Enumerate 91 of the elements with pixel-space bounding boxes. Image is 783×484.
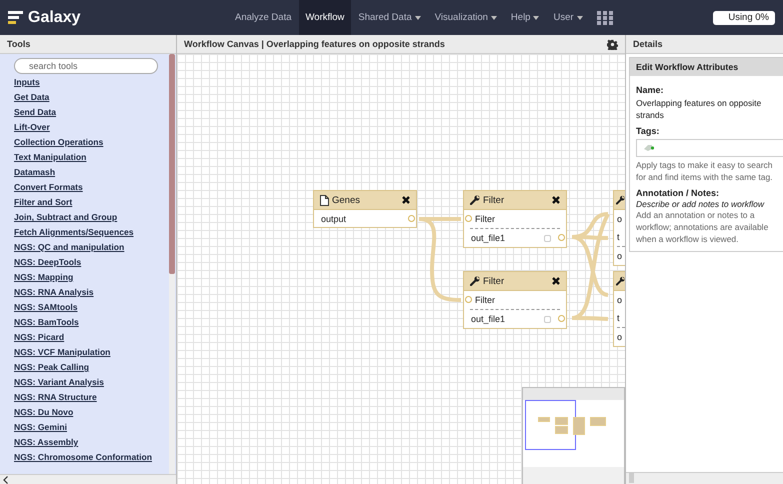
field-label: Annotation / Notes: — [636, 188, 720, 198]
tool-section-link[interactable]: Filter and Sort — [14, 195, 163, 210]
canvas-overview[interactable] — [522, 387, 625, 484]
wrench-icon — [470, 276, 480, 286]
nav-tab[interactable]: Workflow — [298, 0, 352, 35]
checkbox[interactable] — [544, 234, 551, 242]
quota-meter[interactable]: Using 0% — [713, 10, 775, 24]
tool-section-link[interactable]: Inputs — [14, 75, 163, 90]
input-terminal[interactable] — [465, 215, 472, 222]
tool-section-link[interactable]: NGS: Du Novo — [14, 405, 163, 420]
panel-header: Tools — [0, 35, 176, 54]
nav-tab[interactable]: Visualization — [428, 0, 504, 35]
tool-section-link[interactable]: NGS: Picard — [14, 330, 163, 345]
nav-tab[interactable]: Shared Data — [351, 0, 428, 35]
close-icon[interactable] — [552, 196, 560, 204]
node-card[interactable]: o t o — [613, 190, 625, 266]
tool-section-link[interactable]: Lift-Over — [14, 120, 163, 135]
file-icon — [320, 194, 329, 206]
panel-header: Details — [626, 35, 783, 54]
input-label: Filter — [474, 214, 496, 224]
workflow-node[interactable]: Genes output — [313, 190, 417, 228]
scrollbar[interactable] — [169, 54, 175, 474]
tool-section-link[interactable]: NGS: Mapping — [14, 270, 163, 285]
tool-section-link[interactable]: NGS: RNA Structure — [14, 390, 163, 405]
wrench-icon — [616, 195, 625, 205]
input-label: t — [617, 313, 621, 323]
search-field[interactable]: search tools — [14, 58, 158, 74]
output-label: out_file1 — [471, 314, 506, 324]
tool-section-link[interactable]: Convert Formats — [14, 180, 163, 195]
output-terminal[interactable] — [408, 215, 415, 222]
section-heading: Edit Workflow Attributes — [630, 58, 783, 76]
tool-section-link[interactable]: NGS: Gemini — [14, 420, 163, 435]
help-text: Add an annotation or notes to a workflow; annotations are available when a workflow is viewed. — [636, 209, 770, 245]
tool-section-link[interactable]: Send Data — [14, 105, 163, 120]
tool-section-link[interactable]: NGS: RNA Analysis — [14, 285, 163, 300]
tool-section-link[interactable]: Fetch Alignments/Sequences — [14, 225, 163, 240]
close-icon[interactable] — [552, 277, 560, 285]
wrench-icon — [616, 276, 625, 286]
workflow-node[interactable]: Filter Filter out_file1 — [463, 190, 567, 248]
tool-section-link[interactable]: Join, Subtract and Group — [14, 210, 163, 225]
output-label: o — [617, 332, 624, 342]
tool-section-link[interactable]: Datamash — [14, 165, 163, 180]
node-card[interactable]: o t o — [613, 271, 625, 347]
wrench-icon — [470, 195, 480, 205]
add-tag-icon — [643, 143, 655, 153]
settings-icon[interactable] — [607, 38, 618, 50]
input-label: t — [617, 232, 621, 242]
tool-section-link[interactable]: NGS: Peak Calling — [14, 360, 163, 375]
tool-section-link[interactable]: NGS: Chromosome Conformation — [14, 450, 163, 465]
node-title: Filter — [483, 276, 506, 286]
tool-section-link[interactable]: Get Data — [14, 90, 163, 105]
annotation-field[interactable]: Describe or add notes to workflow — [636, 199, 777, 209]
tool-section-link[interactable]: NGS: BamTools — [14, 315, 163, 330]
tool-section-link[interactable]: Text Manipulation — [14, 150, 163, 165]
output-label: output — [321, 214, 348, 224]
nav-tab[interactable]: Help — [504, 0, 546, 35]
horizontal-scrollbar[interactable] — [0, 474, 176, 484]
tool-section-link[interactable]: NGS: Variant Analysis — [14, 375, 163, 390]
tool-section-link[interactable]: NGS: QC and manipulation — [14, 240, 163, 255]
field-label: Name: — [636, 85, 665, 95]
canvas-title: Workflow Canvas | Overlapping features on opposite strands — [184, 39, 445, 49]
tags-field[interactable] — [636, 139, 783, 157]
input-label: o — [617, 214, 624, 224]
field-label: Tags: — [636, 126, 660, 136]
output-terminal[interactable] — [558, 315, 565, 322]
output-terminal[interactable] — [558, 234, 565, 241]
scrollbar[interactable] — [629, 473, 634, 483]
close-icon[interactable] — [402, 196, 410, 204]
tool-section-link[interactable]: NGS: SAMtools — [14, 300, 163, 315]
workflow-node[interactable]: Filter Filter out_file1 — [463, 271, 567, 329]
input-terminal[interactable] — [465, 296, 472, 303]
tool-section-link[interactable]: NGS: DeepTools — [14, 255, 163, 270]
node-title: Filter — [483, 194, 506, 206]
output-label: o — [617, 251, 624, 261]
input-label: Filter — [474, 295, 496, 305]
tool-section-link[interactable]: NGS: VCF Manipulation — [14, 345, 163, 360]
help-text: Apply tags to make it easy to search for and find items with the same tag. — [636, 159, 774, 183]
node-title: Genes — [332, 194, 361, 206]
output-label: out_file1 — [471, 233, 506, 243]
galaxy-logo[interactable]: Galaxy — [8, 8, 228, 26]
nav-tab[interactable]: User — [546, 0, 590, 35]
grid-icon — [596, 10, 613, 24]
tool-section-link[interactable]: NGS: Assembly — [14, 435, 163, 450]
node-thumbnails-drawing — [538, 417, 606, 435]
checkbox[interactable] — [544, 316, 551, 322]
workflow-canvas[interactable]: Genes output Filter Filter out_file1 Filter Filter out_file1 o t o o t o — [177, 54, 625, 484]
logo-icon — [8, 10, 24, 24]
workflow-name[interactable]: Overlapping features on opposite strands — [636, 97, 777, 121]
tool-section-link[interactable]: Collection Operations — [14, 135, 163, 150]
input-label: o — [617, 295, 624, 305]
nav-tab[interactable]: Analyze Data — [228, 0, 299, 35]
